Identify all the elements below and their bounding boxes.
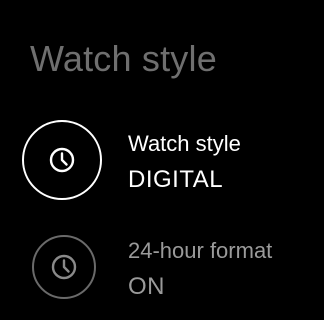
setting-title: 24-hour format [128, 238, 273, 263]
clock-icon [51, 254, 77, 280]
setting-24-hour-format[interactable]: 24-hour format ON [0, 220, 324, 320]
watch-style-icon-button[interactable] [22, 120, 102, 200]
clock-icon [49, 147, 75, 173]
setting-value: DIGITAL [128, 166, 224, 193]
hour-format-icon-button[interactable] [32, 235, 96, 299]
setting-title: Watch style [128, 131, 241, 156]
setting-value: ON [128, 273, 165, 300]
page-title: Watch style [30, 38, 217, 79]
setting-watch-style[interactable]: Watch style DIGITAL [0, 112, 324, 212]
